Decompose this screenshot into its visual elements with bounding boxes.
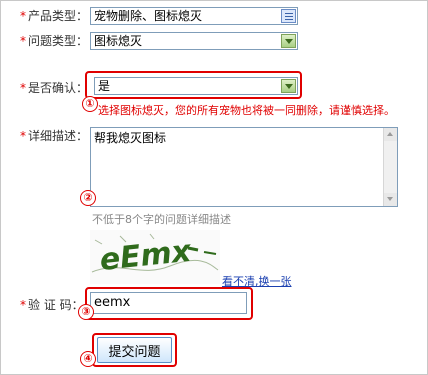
confirm-select[interactable]: 是 xyxy=(94,77,298,95)
required-mark: * xyxy=(20,129,26,143)
chevron-down-icon[interactable] xyxy=(281,79,296,93)
scroll-down-icon[interactable] xyxy=(384,193,397,206)
confirm-value: 是 xyxy=(98,79,111,93)
product-type-value: 宠物删除、图标熄灭 xyxy=(94,9,203,23)
issue-type-select[interactable]: 图标熄灭 xyxy=(90,32,298,50)
required-mark: * xyxy=(20,298,26,312)
submit-button[interactable]: 提交问题 xyxy=(97,337,172,363)
captcha-graphic: eEmx xyxy=(91,234,219,279)
chevron-down-icon[interactable] xyxy=(281,34,296,48)
annotation-marker-1: ① xyxy=(82,96,98,112)
issue-type-value: 图标熄灭 xyxy=(94,34,143,48)
annotation-marker-4: ④ xyxy=(80,351,96,367)
scroll-up-icon[interactable] xyxy=(384,128,397,141)
product-type-label: * 产品类型： xyxy=(20,9,89,23)
annotation-marker-3: ③ xyxy=(78,304,94,320)
required-mark: * xyxy=(20,9,26,23)
annotation-marker-2: ② xyxy=(80,190,96,206)
issue-type-label: * 问题类型： xyxy=(20,34,89,48)
product-type-field[interactable]: 宠物删除、图标熄灭 xyxy=(90,7,298,25)
description-scrollbar[interactable] xyxy=(383,128,397,206)
confirm-label: * 是否确认： xyxy=(20,81,89,95)
required-mark: * xyxy=(20,34,26,48)
required-mark: * xyxy=(20,81,26,95)
description-hint: 不低于8个字的问题详细描述 xyxy=(92,213,231,226)
captcha-input-value: eemx xyxy=(94,295,131,310)
description-textarea[interactable]: 帮我熄灭图标 xyxy=(90,127,398,207)
captcha-text: eEmx xyxy=(98,234,194,279)
description-value: 帮我熄灭图标 xyxy=(94,131,167,145)
captcha-label: * 验 证 码： xyxy=(20,298,84,312)
confirm-warning: 选择图标熄灭，您的所有宠物也将被一同删除，请谨慎选择。 xyxy=(98,104,395,117)
captcha-input[interactable]: eemx xyxy=(90,292,247,314)
captcha-image: eEmx xyxy=(90,230,220,284)
list-picker-icon[interactable] xyxy=(281,9,296,23)
description-label: * 详细描述： xyxy=(20,129,89,143)
